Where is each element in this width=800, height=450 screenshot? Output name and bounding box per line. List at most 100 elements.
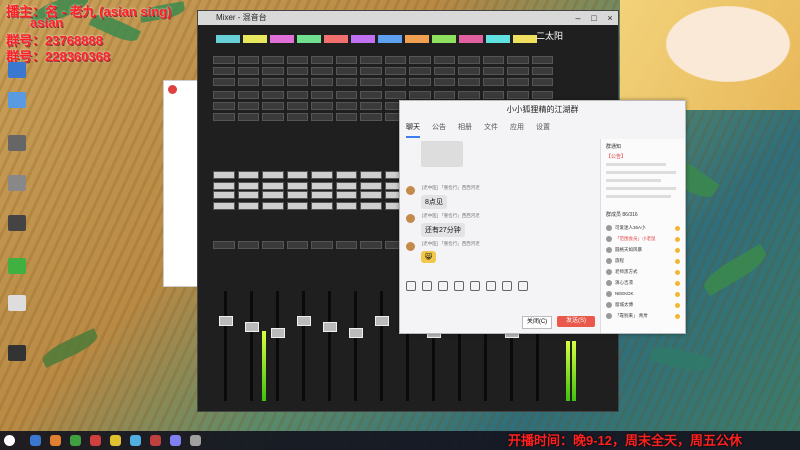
mixer-slot[interactable] bbox=[531, 91, 553, 99]
mixer-slot[interactable] bbox=[458, 91, 480, 99]
taskbar-app-icon[interactable] bbox=[50, 435, 61, 446]
fader-knob[interactable] bbox=[245, 322, 259, 332]
mixer-slot[interactable] bbox=[311, 56, 333, 64]
channel-color-tab[interactable] bbox=[432, 35, 456, 43]
mixer-slot[interactable] bbox=[311, 102, 333, 110]
channel-fader[interactable] bbox=[374, 271, 389, 411]
fader-knob[interactable] bbox=[271, 328, 285, 338]
mixer-slot[interactable] bbox=[237, 113, 259, 121]
mixer-slot[interactable] bbox=[507, 67, 529, 75]
mixer-slot[interactable] bbox=[286, 67, 308, 75]
mixer-slot[interactable] bbox=[360, 191, 382, 199]
picture-icon[interactable] bbox=[470, 281, 480, 291]
mixer-slot[interactable] bbox=[384, 56, 406, 64]
image-icon[interactable] bbox=[422, 281, 432, 291]
fader-knob[interactable] bbox=[297, 316, 311, 326]
channel-color-tab[interactable] bbox=[351, 35, 375, 43]
mixer-slot[interactable] bbox=[286, 202, 308, 210]
channel-color-tab[interactable] bbox=[243, 35, 267, 43]
channel-color-tab[interactable] bbox=[324, 35, 348, 43]
desktop-icon-7[interactable] bbox=[2, 295, 32, 312]
mixer-slot[interactable] bbox=[458, 56, 480, 64]
mixer-slot[interactable] bbox=[433, 67, 455, 75]
mixer-slot[interactable] bbox=[311, 78, 333, 86]
mixer-slot[interactable] bbox=[507, 91, 529, 99]
background-app-window[interactable] bbox=[163, 80, 200, 287]
mixer-slot[interactable] bbox=[507, 56, 529, 64]
taskbar-app-icon[interactable] bbox=[170, 435, 181, 446]
mixer-slot[interactable] bbox=[482, 78, 504, 86]
mixer-slot[interactable] bbox=[262, 202, 284, 210]
desktop-icon-3[interactable] bbox=[2, 135, 32, 152]
mixer-slot[interactable] bbox=[360, 102, 382, 110]
desktop-icon-4[interactable] bbox=[2, 175, 32, 192]
mixer-slot[interactable] bbox=[458, 78, 480, 86]
mixer-slot[interactable] bbox=[311, 67, 333, 75]
tab-files[interactable]: 文件 bbox=[484, 122, 498, 138]
mixer-slot[interactable] bbox=[213, 202, 235, 210]
mixer-slot[interactable] bbox=[335, 67, 357, 75]
tab-settings[interactable]: 设置 bbox=[536, 122, 550, 138]
mixer-slot[interactable] bbox=[311, 113, 333, 121]
member-item[interactable]: 老师黑方式 bbox=[606, 269, 682, 279]
chat-messages[interactable]: [老中医] 「重俭行」西西河老 8点见 [老中医] 「重俭行」西西河老 还有27… bbox=[400, 139, 600, 289]
mixer-slot[interactable] bbox=[360, 78, 382, 86]
mixer-slot[interactable] bbox=[262, 102, 284, 110]
mixer-slot[interactable] bbox=[458, 67, 480, 75]
mixer-slot[interactable] bbox=[311, 182, 333, 190]
tab-notice[interactable]: 公告 bbox=[432, 122, 446, 138]
mixer-slot[interactable] bbox=[311, 241, 333, 249]
mixer-slot[interactable] bbox=[213, 182, 235, 190]
mixer-slot[interactable] bbox=[237, 241, 259, 249]
channel-fader[interactable] bbox=[322, 271, 337, 411]
mixer-slot[interactable] bbox=[237, 67, 259, 75]
emoji-icon[interactable] bbox=[406, 281, 416, 291]
mixer-slot[interactable] bbox=[286, 182, 308, 190]
mixer-slot[interactable] bbox=[286, 241, 308, 249]
mixer-slot[interactable] bbox=[433, 78, 455, 86]
desktop-icon-1[interactable] bbox=[2, 62, 32, 79]
mixer-slot[interactable] bbox=[213, 191, 235, 199]
taskbar-app-icon[interactable] bbox=[110, 435, 121, 446]
mixer-slot[interactable] bbox=[507, 78, 529, 86]
tab-apps[interactable]: 应用 bbox=[510, 122, 524, 138]
mixer-slot[interactable] bbox=[482, 67, 504, 75]
mixer-slot[interactable] bbox=[262, 56, 284, 64]
channel-color-tab[interactable] bbox=[459, 35, 483, 43]
mixer-slot[interactable] bbox=[262, 78, 284, 86]
mixer-slot[interactable] bbox=[237, 202, 259, 210]
mixer-slot[interactable] bbox=[311, 202, 333, 210]
mixer-slot[interactable] bbox=[311, 171, 333, 179]
mixer-slot[interactable] bbox=[531, 78, 553, 86]
desktop-icon-5[interactable] bbox=[2, 215, 32, 232]
mixer-slot[interactable] bbox=[360, 91, 382, 99]
mixer-slot[interactable] bbox=[286, 113, 308, 121]
mixer-slot[interactable] bbox=[335, 78, 357, 86]
taskbar-app-icon[interactable] bbox=[70, 435, 81, 446]
channel-buttons-row[interactable] bbox=[213, 56, 553, 86]
member-item[interactable]: 「范围会员」小老鼠 bbox=[606, 236, 682, 246]
mixer-slot[interactable] bbox=[482, 91, 504, 99]
start-icon[interactable] bbox=[4, 435, 15, 446]
channel-fader[interactable] bbox=[296, 271, 311, 411]
mixer-slot[interactable] bbox=[262, 171, 284, 179]
mixer-slot[interactable] bbox=[482, 56, 504, 64]
channel-color-tab[interactable] bbox=[270, 35, 294, 43]
mixer-slot[interactable] bbox=[237, 91, 259, 99]
member-item[interactable]: 窗城太傅 bbox=[606, 302, 682, 312]
mixer-slot[interactable] bbox=[237, 56, 259, 64]
mixer-titlebar[interactable]: Mixer - 混音台 – □ × bbox=[198, 11, 618, 25]
mixer-slot[interactable] bbox=[237, 171, 259, 179]
mixer-slot[interactable] bbox=[384, 91, 406, 99]
mixer-slot[interactable] bbox=[262, 191, 284, 199]
mixer-slot[interactable] bbox=[213, 241, 235, 249]
desktop-icon-8[interactable] bbox=[2, 345, 32, 362]
desktop-icon-6[interactable] bbox=[2, 258, 32, 275]
cut-icon[interactable] bbox=[438, 281, 448, 291]
mixer-slot[interactable] bbox=[237, 191, 259, 199]
fader-knob[interactable] bbox=[375, 316, 389, 326]
avatar[interactable] bbox=[406, 186, 415, 195]
mixer-slot[interactable] bbox=[262, 67, 284, 75]
mixer-slot[interactable] bbox=[360, 241, 382, 249]
mixer-slot[interactable] bbox=[286, 78, 308, 86]
